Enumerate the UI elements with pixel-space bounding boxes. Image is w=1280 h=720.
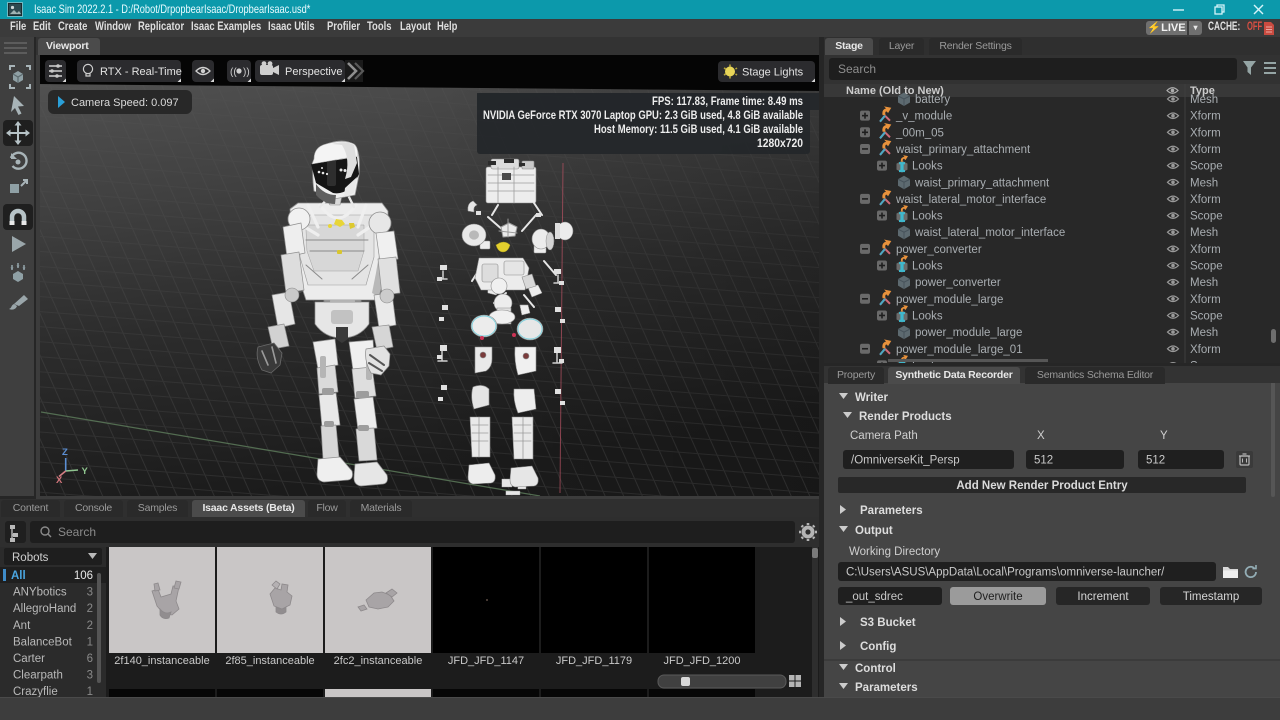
svg-text:2: 2 [87, 603, 93, 615]
svg-text:battery: battery [915, 94, 950, 106]
svg-text:6: 6 [87, 653, 93, 665]
svg-text:Crazyflie: Crazyflie [13, 686, 58, 697]
svg-text:Mesh: Mesh [1190, 327, 1218, 339]
svg-text:Xform: Xform [1190, 294, 1221, 306]
svg-text:Scope: Scope [1190, 360, 1223, 363]
svg-text:Parameters: Parameters [855, 682, 918, 694]
svg-text:2f85_instanceable: 2f85_instanceable [225, 655, 314, 667]
svg-text:Search: Search [838, 62, 876, 76]
svg-text:S3 Bucket: S3 Bucket [860, 617, 916, 629]
svg-text:Looks: Looks [912, 261, 943, 273]
svg-text:Camera Path: Camera Path [850, 430, 918, 442]
svg-text:Render Products: Render Products [859, 411, 952, 423]
svg-text:3: 3 [87, 670, 93, 682]
svg-text:All: All [11, 570, 26, 582]
svg-text:Y: Y [82, 466, 89, 477]
svg-text:power_module_large: power_module_large [915, 327, 1022, 339]
svg-text:power_converter: power_converter [915, 277, 1001, 289]
svg-text:3: 3 [87, 587, 93, 599]
svg-text:C:\Users\ASUS\AppData\Local\Pr: C:\Users\ASUS\AppData\Local\Programs\omn… [846, 567, 1165, 579]
svg-text:Looks: Looks [912, 311, 943, 323]
svg-text:waist_lateral_motor_interface: waist_lateral_motor_interface [895, 194, 1046, 206]
svg-text:BalanceBot: BalanceBot [13, 636, 73, 648]
svg-text:Scope: Scope [1190, 261, 1223, 273]
svg-text:Clearpath: Clearpath [13, 670, 63, 682]
svg-text:Scope: Scope [1190, 311, 1223, 323]
svg-text:waist_lateral_motor_interface: waist_lateral_motor_interface [914, 227, 1065, 239]
svg-text:Scope: Scope [1190, 211, 1223, 223]
svg-text:Add New Render Product Entry: Add New Render Product Entry [956, 480, 1128, 492]
svg-text:512: 512 [1146, 455, 1165, 467]
svg-text:Timestamp: Timestamp [1183, 591, 1239, 603]
svg-text:Mesh: Mesh [1190, 227, 1218, 239]
svg-text:Robots: Robots [12, 552, 49, 564]
svg-text:1: 1 [87, 686, 93, 697]
svg-text:RTX - Real-Time: RTX - Real-Time [100, 66, 182, 78]
svg-text:/OmniverseKit_Persp: /OmniverseKit_Persp [851, 455, 960, 467]
svg-text:Xform: Xform [1190, 194, 1221, 206]
svg-text:ANYbotics: ANYbotics [13, 587, 67, 599]
svg-text:((: (( [230, 67, 237, 78]
svg-text:Control: Control [855, 663, 896, 675]
svg-text:Looks: Looks [912, 161, 943, 173]
svg-text:X: X [56, 475, 63, 486]
svg-text:Working Directory: Working Directory [849, 546, 940, 558]
svg-text:Mesh: Mesh [1190, 277, 1218, 289]
svg-text:Parameters: Parameters [860, 505, 923, 517]
svg-text:Xform: Xform [1190, 144, 1221, 156]
svg-text:Z: Z [62, 447, 68, 458]
svg-text:Looks: Looks [912, 211, 943, 223]
svg-text:Xform: Xform [1190, 127, 1221, 139]
svg-text:2fc2_instanceable: 2fc2_instanceable [334, 655, 423, 667]
svg-text:Search: Search [58, 525, 96, 539]
svg-text:Overwrite: Overwrite [973, 591, 1022, 603]
svg-text:power_module_large_01: power_module_large_01 [896, 344, 1023, 356]
svg-text:FPS: 117.83, Frame time: 8.49: FPS: 117.83, Frame time: 8.49 ms [652, 96, 803, 108]
svg-text:_out_sdrec: _out_sdrec [845, 591, 903, 603]
svg-text:Mesh: Mesh [1190, 177, 1218, 189]
svg-text:power_module_large: power_module_large [896, 294, 1003, 306]
svg-text:X: X [1037, 430, 1045, 442]
svg-text:power_converter: power_converter [896, 244, 982, 256]
svg-text:Config: Config [860, 641, 896, 653]
svg-text:_00m_05: _00m_05 [895, 127, 944, 139]
svg-text:2: 2 [87, 620, 93, 632]
svg-text:Carter: Carter [13, 653, 45, 665]
svg-text:Host Memory: 11.5 GiB used, 4.: Host Memory: 11.5 GiB used, 4.1 GiB avai… [594, 124, 803, 136]
svg-text:Stage Lights: Stage Lights [742, 67, 804, 79]
svg-text:NVIDIA GeForce RTX 3070 Laptop: NVIDIA GeForce RTX 3070 Laptop GPU: 2.3 … [483, 110, 803, 122]
svg-text:JFD_JFD_1179: JFD_JFD_1179 [556, 655, 632, 667]
svg-text:Xform: Xform [1190, 111, 1221, 123]
svg-text:Camera Speed: 0.097: Camera Speed: 0.097 [71, 97, 179, 109]
svg-text:JFD_JFD_1147: JFD_JFD_1147 [448, 655, 524, 667]
svg-text:Xform: Xform [1190, 344, 1221, 356]
svg-text:waist_primary_attachment: waist_primary_attachment [895, 144, 1031, 156]
svg-text:JFD_JFD_1200: JFD_JFD_1200 [663, 655, 740, 667]
svg-text:Increment: Increment [1077, 591, 1129, 603]
svg-text:AllegroHand: AllegroHand [13, 603, 76, 615]
svg-text:Writer: Writer [855, 392, 889, 404]
svg-text:106: 106 [74, 570, 93, 582]
svg-text:1280x720: 1280x720 [757, 138, 803, 150]
svg-text:Ant: Ant [13, 620, 31, 632]
svg-text:Output: Output [855, 525, 893, 537]
svg-text:Mesh: Mesh [1190, 94, 1218, 106]
svg-text:512: 512 [1034, 455, 1053, 467]
svg-text:Xform: Xform [1190, 244, 1221, 256]
svg-text:waist_primary_attachment: waist_primary_attachment [914, 177, 1050, 189]
svg-text:Scope: Scope [1190, 161, 1223, 173]
svg-text:1: 1 [87, 636, 93, 648]
svg-text:2f140_instanceable: 2f140_instanceable [114, 655, 209, 667]
svg-text:Perspective: Perspective [285, 66, 342, 78]
svg-text:Y: Y [1160, 430, 1168, 442]
svg-text:_v_module: _v_module [895, 111, 952, 123]
